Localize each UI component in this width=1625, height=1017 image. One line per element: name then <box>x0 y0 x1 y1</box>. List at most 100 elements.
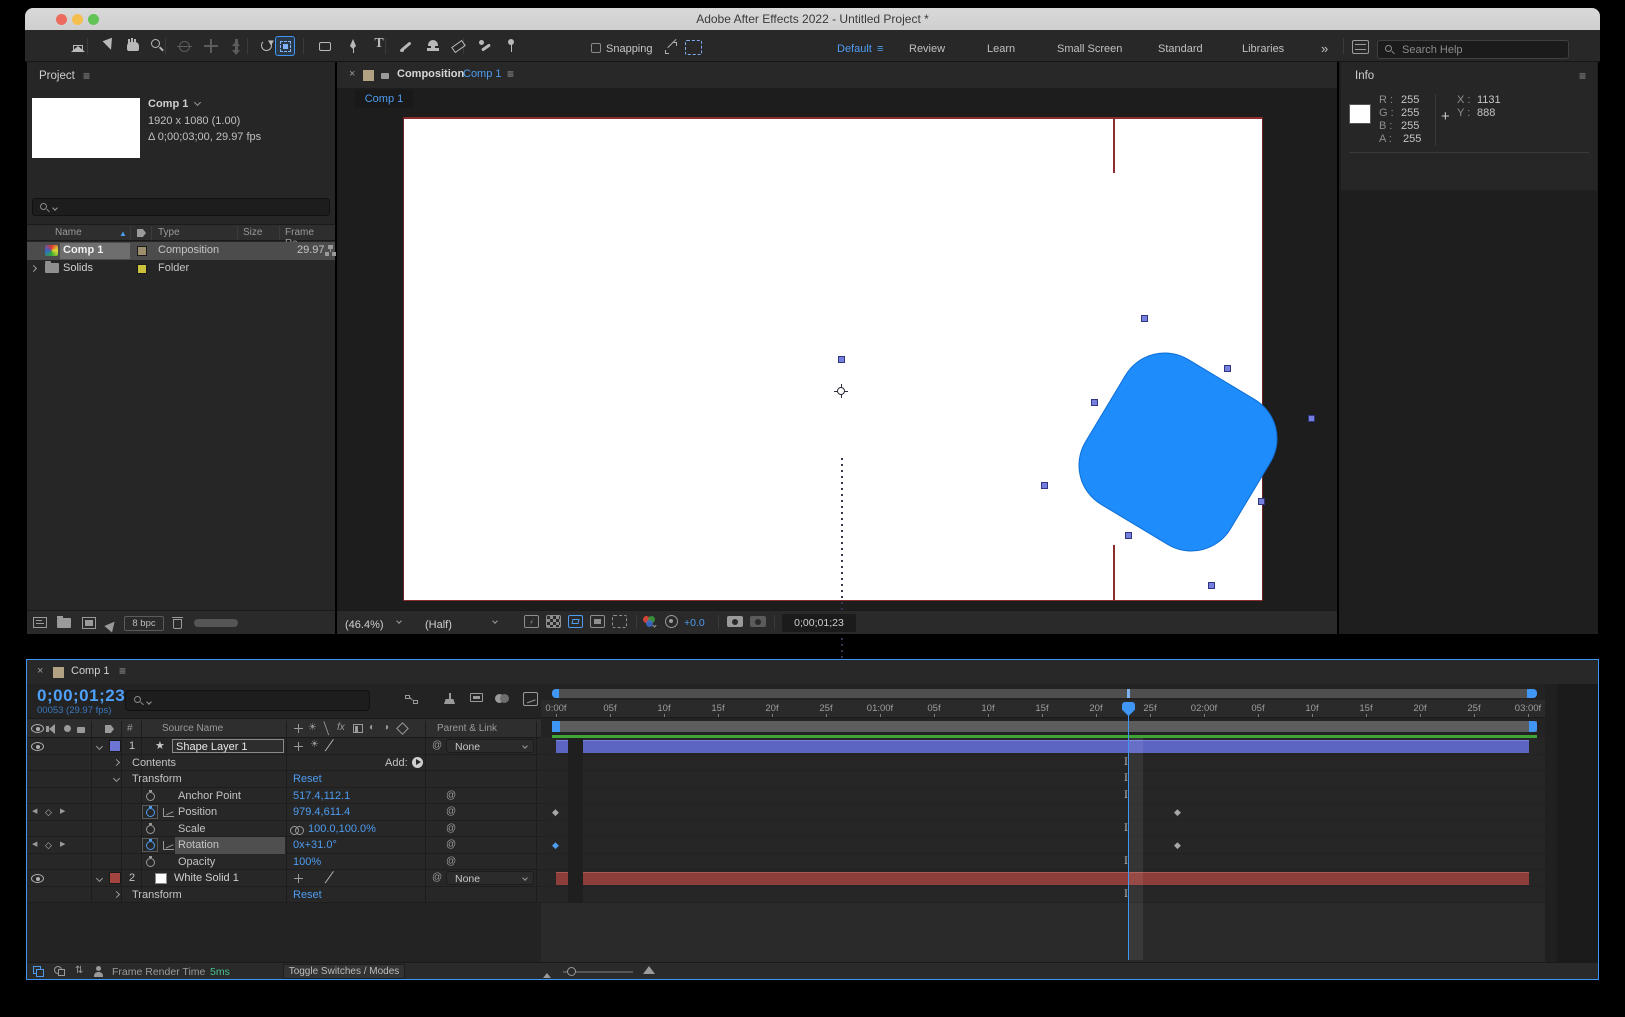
collapse-transformations-switch[interactable] <box>294 742 303 751</box>
selection-handle[interactable] <box>1041 482 1048 489</box>
previous-keyframe-icon[interactable]: ◀ <box>32 808 37 816</box>
parent-pickwhip-icon[interactable]: @ <box>432 740 442 751</box>
project-panel-menu-icon[interactable]: ≡ <box>83 69 90 83</box>
parent-link-dropdown[interactable]: None <box>446 871 534 885</box>
trash-icon[interactable] <box>172 616 183 629</box>
tool-home[interactable] <box>68 36 88 56</box>
viewer-panel-menu-icon[interactable]: ≡ <box>507 67 514 81</box>
row-track[interactable]: I <box>541 854 1545 871</box>
project-row-comp1[interactable]: Comp 1 Composition 29.97 <box>27 242 335 260</box>
workspace-tab-learn[interactable]: Learn <box>987 43 1015 55</box>
group-label[interactable]: Transform <box>132 773 182 785</box>
property-label[interactable]: Opacity <box>178 856 215 868</box>
draft-3d-icon[interactable] <box>442 693 457 706</box>
project-row-solids[interactable]: Solids Folder <box>27 260 335 278</box>
tool-pen[interactable] <box>343 36 363 56</box>
project-item-name[interactable]: Comp 1 <box>63 244 103 256</box>
reset-link[interactable]: Reset <box>293 773 322 785</box>
row-track[interactable] <box>541 870 1545 887</box>
tool-type[interactable]: T <box>369 36 389 56</box>
twirl-icon[interactable] <box>113 774 120 781</box>
twirl-icon[interactable] <box>113 758 120 765</box>
property-value[interactable]: 100.0,100.0% <box>308 823 376 835</box>
property-value[interactable]: 979.4,611.4 <box>293 806 350 818</box>
stopwatch-icon[interactable] <box>146 858 155 867</box>
channel-rgb-icon[interactable] <box>643 615 657 628</box>
visibility-eye-icon[interactable] <box>31 874 44 883</box>
property-row-transform1[interactable]: TransformResetI <box>27 771 1545 788</box>
row-track[interactable]: ◆◆ <box>541 804 1545 821</box>
group-label[interactable]: Transform <box>132 889 182 901</box>
show-snapshot-icon[interactable] <box>750 616 766 627</box>
bounding-box-center-handle[interactable] <box>838 356 845 363</box>
visibility-eye-icon[interactable] <box>31 742 44 751</box>
tool-orbit-camera[interactable] <box>175 36 195 56</box>
shape-layer-duration-bar[interactable] <box>556 740 1529 753</box>
info-panel-menu-icon[interactable]: ≡ <box>1579 69 1586 83</box>
property-label[interactable]: Scale <box>178 823 206 835</box>
viewer-timecode[interactable]: 0;00;01;23 <box>782 614 856 632</box>
selection-handle[interactable] <box>1308 415 1315 422</box>
property-row-position[interactable]: ◀◇▶Position979.4,611.4@◆◆ <box>27 804 1545 821</box>
tool-eraser[interactable] <box>449 36 469 56</box>
magnification-dropdown[interactable]: (46.4%) <box>345 615 411 631</box>
keyframe-diamond[interactable]: ◆ <box>1174 841 1181 850</box>
column-parent-link[interactable]: Parent & Link <box>437 723 497 734</box>
timeline-panel-menu-icon[interactable]: ≡ <box>119 664 126 678</box>
property-label[interactable]: Anchor Point <box>178 790 241 802</box>
collapse-layer-icon[interactable] <box>96 874 103 881</box>
property-pickwhip-icon[interactable]: @ <box>446 790 456 801</box>
toggle-switches-modes-button[interactable]: Toggle Switches / Modes <box>283 964 405 979</box>
selection-handle[interactable] <box>1208 582 1215 589</box>
project-item-name[interactable]: Solids <box>63 262 93 274</box>
interpret-footage-icon[interactable] <box>106 616 118 629</box>
layer-row[interactable]: 1★Shape Layer 1☀╱@None <box>27 738 1545 755</box>
horizontal-scrollbar[interactable] <box>194 619 238 627</box>
stopwatch-icon[interactable] <box>146 792 155 801</box>
layer-color-swatch[interactable] <box>109 740 121 752</box>
tool-selection[interactable] <box>99 36 119 56</box>
row-track[interactable]: I <box>541 821 1545 838</box>
selection-handle[interactable] <box>1224 365 1231 372</box>
transparency-grid-icon[interactable] <box>546 615 561 628</box>
sort-ascending-icon[interactable]: ▲ <box>119 229 127 238</box>
column-size[interactable]: Size <box>243 227 262 238</box>
frame-blending-icon[interactable] <box>495 693 509 706</box>
composition-canvas[interactable] <box>403 117 1263 601</box>
stopwatch-icon[interactable] <box>146 841 155 850</box>
property-row-anchor_point[interactable]: Anchor Point517.4,112.1@I <box>27 788 1545 805</box>
row-track[interactable] <box>541 738 1545 755</box>
expand-layer-switches-icon[interactable] <box>33 966 45 977</box>
graph-editor-icon[interactable] <box>523 692 538 706</box>
snapping-checkbox[interactable] <box>591 43 601 53</box>
project-search-input[interactable] <box>32 198 330 216</box>
viewer-panel-comp-name[interactable]: Comp 1 <box>463 68 502 80</box>
row-track[interactable]: ◆◆ <box>541 837 1545 854</box>
property-pickwhip-icon[interactable]: @ <box>446 856 456 867</box>
workspace-settings-icon[interactable] <box>1352 40 1369 54</box>
graph-include-icon[interactable] <box>163 841 174 850</box>
group-label[interactable]: Contents <box>132 757 176 769</box>
tool-puppet-pin[interactable] <box>501 36 521 56</box>
layer-row[interactable]: 2White Solid 1╱@None <box>27 870 1545 887</box>
layer-name-field[interactable]: Shape Layer 1 <box>172 739 284 753</box>
row-track[interactable]: I <box>541 755 1545 772</box>
label-color-swatch[interactable] <box>137 246 147 256</box>
property-row-opacity[interactable]: Opacity100%@I <box>27 854 1545 871</box>
close-timeline-icon[interactable]: × <box>37 665 43 677</box>
parent-pickwhip-icon[interactable]: @ <box>432 872 442 883</box>
tool-roto-brush[interactable] <box>475 36 495 56</box>
workspace-tab-review[interactable]: Review <box>909 43 945 55</box>
zoom-out-mountain-icon[interactable] <box>543 969 551 978</box>
new-composition-icon[interactable] <box>82 617 96 629</box>
next-keyframe-icon[interactable]: ▶ <box>60 841 65 849</box>
current-timecode[interactable]: 0;00;01;23 <box>37 686 125 706</box>
exposure-value[interactable]: +0.0 <box>684 617 705 629</box>
reset-link[interactable]: Reset <box>293 889 322 901</box>
property-value[interactable]: 517.4,112.1 <box>293 790 350 802</box>
tool-pan-camera[interactable] <box>201 36 221 56</box>
tool-rotation[interactable] <box>257 36 277 56</box>
project-flowchart-icon[interactable] <box>33 617 47 628</box>
project-selected-name[interactable]: Comp 1 <box>148 98 200 110</box>
parent-link-dropdown[interactable]: None <box>446 739 534 753</box>
